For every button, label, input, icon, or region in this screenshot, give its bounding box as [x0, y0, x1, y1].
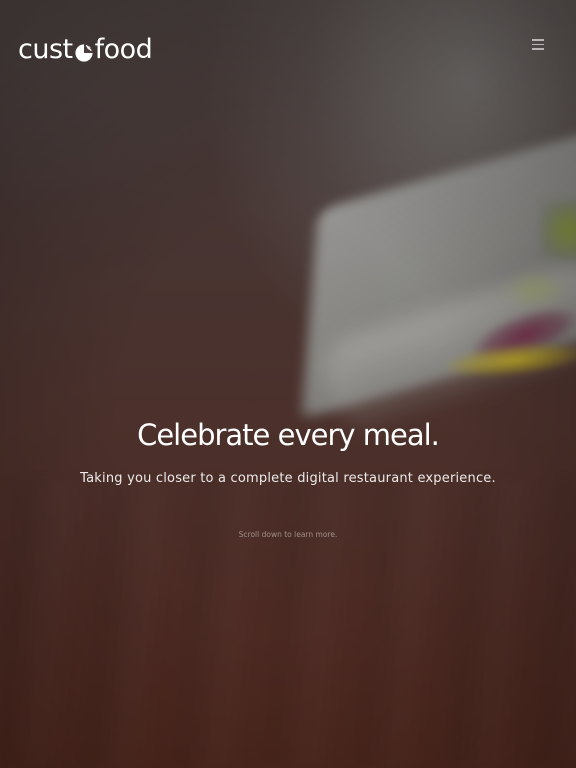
- hero-section: cust food Celebrate every meal. Taking y…: [0, 0, 576, 768]
- hamburger-menu-icon[interactable]: [528, 36, 548, 52]
- menu-line: [532, 43, 544, 45]
- hero-subline: Taking you closer to a complete digital …: [80, 471, 496, 486]
- scroll-hint-link[interactable]: Scroll down to learn more.: [0, 530, 576, 539]
- menu-line: [532, 39, 544, 41]
- background-vignette: [0, 0, 576, 768]
- logo-text-left: cust: [18, 34, 73, 65]
- logo-link[interactable]: cust food: [18, 34, 153, 65]
- logo-text-right: food: [94, 34, 153, 65]
- hero-headline: Celebrate every meal.: [137, 418, 440, 452]
- plate-and-fork-icon: [74, 41, 94, 62]
- menu-line: [532, 48, 544, 50]
